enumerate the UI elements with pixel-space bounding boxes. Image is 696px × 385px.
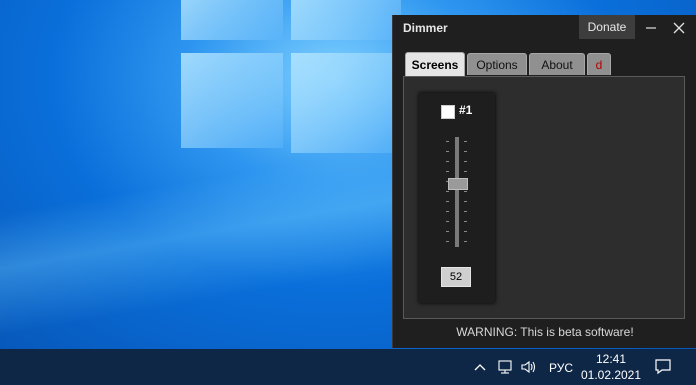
slider-tick [464, 141, 467, 142]
slider-tick [464, 161, 467, 162]
dim-slider-track[interactable] [455, 137, 459, 247]
slider-tick [446, 201, 449, 202]
slider-tick [446, 151, 449, 152]
beta-warning: WARNING: This is beta software! [456, 325, 634, 339]
taskbar: РУС 12:41 01.02.2021 [0, 349, 696, 385]
slider-tick [464, 151, 467, 152]
network-icon[interactable] [497, 359, 513, 375]
dimmer-window: Dimmer Donate Screens Options About d #1… [392, 15, 696, 348]
tab-screens[interactable]: Screens [405, 52, 465, 76]
slider-tick [446, 231, 449, 232]
tab-about[interactable]: About [529, 53, 585, 75]
clock-date: 01.02.2021 [580, 368, 642, 382]
slider-tick [464, 241, 467, 242]
slider-tick [446, 211, 449, 212]
slider-tick [464, 221, 467, 222]
window-title: Dimmer [403, 21, 448, 35]
screen-checkbox-label: #1 [459, 103, 473, 117]
donate-button[interactable]: Donate [579, 15, 635, 39]
slider-tick [446, 141, 449, 142]
slider-tick [446, 241, 449, 242]
title-bar[interactable]: Dimmer Donate [393, 15, 696, 41]
volume-icon[interactable] [520, 359, 536, 375]
slider-tick [464, 171, 467, 172]
slider-tick [446, 161, 449, 162]
close-icon[interactable] [669, 19, 689, 37]
slider-tick [446, 171, 449, 172]
clock-time: 12:41 [595, 352, 627, 366]
screens-panel: #1 52 [403, 76, 685, 319]
dim-value-box[interactable]: 52 [441, 267, 471, 287]
slider-tick [446, 191, 449, 192]
slider-tick [464, 191, 467, 192]
screen-card: #1 52 [419, 93, 495, 303]
slider-tick [464, 211, 467, 212]
slider-tick [446, 221, 449, 222]
slider-tick [464, 231, 467, 232]
clock[interactable]: 12:41 01.02.2021 [577, 351, 645, 383]
slider-tick [464, 201, 467, 202]
language-indicator[interactable]: РУС [549, 361, 573, 375]
tab-options[interactable]: Options [467, 53, 527, 75]
chevron-up-icon[interactable] [472, 359, 488, 375]
notifications-icon[interactable] [654, 358, 672, 376]
tab-d[interactable]: d [587, 53, 611, 75]
minimize-icon[interactable] [641, 19, 661, 37]
dim-slider-thumb[interactable] [448, 178, 468, 190]
screen-checkbox[interactable] [441, 105, 455, 119]
